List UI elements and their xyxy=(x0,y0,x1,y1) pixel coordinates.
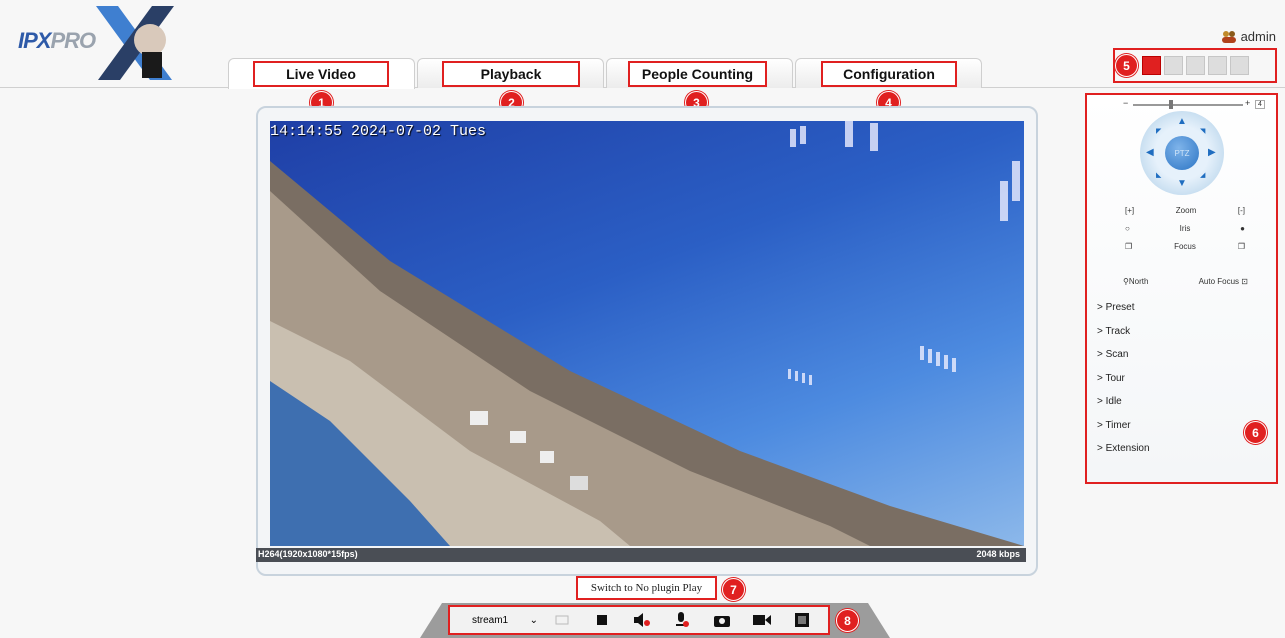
record-button[interactable] xyxy=(742,609,782,631)
osd-timestamp: 14:14:55 2024-07-02 Tues xyxy=(270,123,487,140)
tab-live-video[interactable]: Live Video xyxy=(228,58,415,89)
codec-info: H264(1920x1080*15fps) xyxy=(258,549,358,559)
tab-playback[interactable]: Playback xyxy=(417,58,604,88)
menu-preset[interactable]: > Preset xyxy=(1097,302,1135,313)
ptz-panel-icon[interactable] xyxy=(1142,56,1161,75)
logo-x-graphic xyxy=(96,6,174,80)
zoom-out-icon[interactable]: [-] xyxy=(1238,206,1245,215)
zoom-label: Zoom xyxy=(1175,206,1197,215)
autofocus-button[interactable]: Auto Focus ⊡ xyxy=(1199,277,1248,286)
iris-close-icon[interactable]: ● xyxy=(1240,224,1245,233)
autofocus-label: Auto Focus xyxy=(1198,277,1240,286)
logo-text-a: IPX xyxy=(18,28,51,53)
switch-no-plugin-button[interactable]: Switch to No plugin Play xyxy=(576,576,717,600)
iris-open-icon[interactable]: ○ xyxy=(1125,224,1130,233)
badge-7: 7 xyxy=(722,578,745,601)
control-icon-bar xyxy=(1113,48,1277,83)
arrow-down-right-icon[interactable]: ◢ xyxy=(1200,171,1205,181)
arrow-up-left-icon[interactable]: ◤ xyxy=(1156,127,1161,137)
video-status-bar: H264(1920x1080*15fps) 2048 kbps xyxy=(256,548,1026,562)
arrow-right-icon[interactable]: ▶ xyxy=(1208,148,1216,158)
menu-tour[interactable]: > Tour xyxy=(1097,373,1125,384)
stop-icon xyxy=(597,615,607,625)
tab-label-people-counting: People Counting xyxy=(628,61,767,87)
stream-value: stream1 xyxy=(472,614,509,626)
fullscreen-icon xyxy=(795,613,809,627)
iris-label: Iris xyxy=(1179,224,1191,233)
zoom-row: [+] Zoom [-] xyxy=(1125,206,1245,215)
logout-icon[interactable] xyxy=(1230,56,1249,75)
ptz-center[interactable]: PTZ xyxy=(1165,136,1199,170)
tab-people-counting[interactable]: People Counting xyxy=(606,58,793,88)
tab-configuration[interactable]: Configuration xyxy=(795,58,982,88)
video-scene xyxy=(270,121,1024,546)
tab-label-playback: Playback xyxy=(442,61,580,87)
focus-row: ❐ Focus ❐ xyxy=(1125,242,1245,251)
arrow-left-icon[interactable]: ◀ xyxy=(1146,148,1154,158)
arrow-up-right-icon[interactable]: ◥ xyxy=(1200,127,1205,137)
mic-icon xyxy=(676,612,689,627)
snapshot-icon xyxy=(714,615,730,627)
arrow-down-left-icon[interactable]: ◣ xyxy=(1156,171,1161,181)
fullscreen-button[interactable] xyxy=(782,609,822,631)
brand-logo: IPXPRO xyxy=(14,6,174,80)
user-name: admin xyxy=(1240,29,1276,44)
download-icon[interactable] xyxy=(1186,56,1205,75)
tab-label-configuration: Configuration xyxy=(821,61,957,87)
image-settings-icon[interactable] xyxy=(1164,56,1183,75)
autofocus-icon: ⊡ xyxy=(1241,277,1248,286)
menu-timer[interactable]: > Timer xyxy=(1097,420,1131,431)
menu-idle[interactable]: > Idle xyxy=(1097,396,1122,407)
speed-value: 4 xyxy=(1255,100,1265,109)
logo-text-b: PRO xyxy=(50,28,96,53)
video-toolbar: stream1 ⌄ xyxy=(448,605,830,635)
chevron-down-icon: ⌄ xyxy=(529,614,538,626)
badge-6: 6 xyxy=(1244,421,1267,444)
badge-8: 8 xyxy=(836,609,859,632)
audio-icon xyxy=(634,613,650,627)
iris-row: ○ Iris ● xyxy=(1125,224,1245,233)
mic-button[interactable] xyxy=(662,609,702,631)
audio-button[interactable] xyxy=(622,609,662,631)
focus-near-icon[interactable]: ❐ xyxy=(1125,242,1132,251)
zoom-in-icon[interactable]: [+] xyxy=(1125,206,1134,215)
stream-select[interactable]: stream1 ⌄ xyxy=(468,611,542,629)
speed-slider[interactable]: − + 4 xyxy=(1123,98,1265,110)
north-button[interactable]: ⚲ North xyxy=(1123,277,1148,286)
refresh-icon[interactable] xyxy=(1208,56,1227,75)
north-label: North xyxy=(1128,277,1149,286)
tab-label-live-video: Live Video xyxy=(253,61,389,87)
menu-track[interactable]: > Track xyxy=(1097,326,1130,337)
ratio-button[interactable] xyxy=(542,609,582,631)
focus-far-icon[interactable]: ❐ xyxy=(1238,242,1245,251)
snapshot-button[interactable] xyxy=(702,609,742,631)
ratio-icon xyxy=(555,615,569,625)
ptz-joystick[interactable]: ▲ ▼ ◀ ▶ ◤ ◥ ◣ ◢ PTZ xyxy=(1140,111,1224,195)
menu-scan[interactable]: > Scan xyxy=(1097,349,1128,360)
stop-button[interactable] xyxy=(582,609,622,631)
arrow-up-icon[interactable]: ▲ xyxy=(1177,117,1187,127)
live-video-view[interactable] xyxy=(270,121,1024,546)
north-autofocus-row: ⚲ North Auto Focus ⊡ xyxy=(1123,277,1248,286)
focus-label: Focus xyxy=(1174,242,1196,251)
bitrate: 2048 kbps xyxy=(976,549,1020,559)
user-menu[interactable]: admin xyxy=(1221,29,1276,44)
user-icon xyxy=(1221,31,1236,43)
record-icon xyxy=(753,615,771,625)
menu-extension[interactable]: > Extension xyxy=(1097,443,1150,454)
arrow-down-icon[interactable]: ▼ xyxy=(1177,179,1187,189)
